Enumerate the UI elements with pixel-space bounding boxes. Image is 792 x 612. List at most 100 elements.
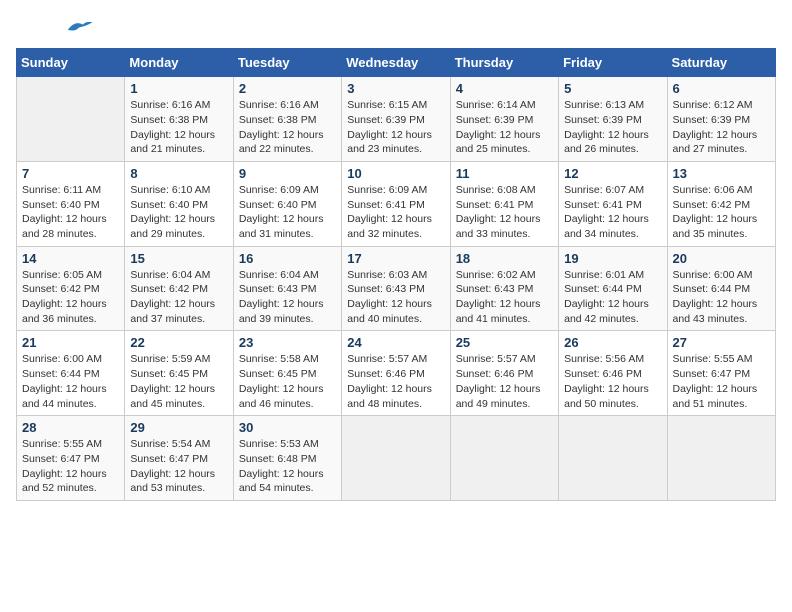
calendar-day-cell: 6 Sunrise: 6:12 AM Sunset: 6:39 PM Daylig… <box>667 77 775 162</box>
calendar-day-cell: 29Sunrise: 5:54 AM Sunset: 6:47 PM Dayli… <box>125 416 233 501</box>
day-number: 26 <box>564 335 661 350</box>
day-number: 6 <box>673 81 770 96</box>
calendar-week-row: 28 Sunrise: 5:55 AM Sunset: 6:47 PM Dayli… <box>17 416 776 501</box>
calendar-day-cell: 5Sunrise: 6:13 AM Sunset: 6:39 PM Daylig… <box>559 77 667 162</box>
calendar-day-cell: 10 Sunrise: 6:09 AM Sunset: 6:41 PM Dayli… <box>342 161 450 246</box>
calendar-day-cell: 16 Sunrise: 6:04 AM Sunset: 6:43 PM Dayli… <box>233 246 341 331</box>
calendar-day-cell: 18 Sunrise: 6:02 AM Sunset: 6:43 PM Dayli… <box>450 246 558 331</box>
page-header <box>16 16 776 40</box>
day-number: 27 <box>673 335 770 350</box>
day-info: Sunrise: 6:10 AM Sunset: 6:40 PM Dayligh… <box>130 183 227 242</box>
day-info: Sunrise: 6:05 AM Sunset: 6:42 PM Dayligh… <box>22 268 119 327</box>
day-info: Sunrise: 6:09 AM Sunset: 6:41 PM Dayligh… <box>347 183 444 242</box>
calendar-day-cell <box>17 77 125 162</box>
day-info: Sunrise: 5:54 AM Sunset: 6:47 PM Dayligh… <box>130 437 227 496</box>
day-number: 13 <box>673 166 770 181</box>
day-info: Sunrise: 6:14 AM Sunset: 6:39 PM Dayligh… <box>456 98 553 157</box>
calendar-day-cell: 26 Sunrise: 5:56 AM Sunset: 6:46 PM Dayli… <box>559 331 667 416</box>
day-number: 10 <box>347 166 444 181</box>
day-number: 2 <box>239 81 336 96</box>
day-info: Sunrise: 5:57 AM Sunset: 6:46 PM Dayligh… <box>347 352 444 411</box>
day-number: 21 <box>22 335 119 350</box>
day-of-week-header: Saturday <box>667 49 775 77</box>
calendar-day-cell: 4Sunrise: 6:14 AM Sunset: 6:39 PM Daylig… <box>450 77 558 162</box>
day-info: Sunrise: 5:58 AM Sunset: 6:45 PM Dayligh… <box>239 352 336 411</box>
day-info: Sunrise: 6:00 AM Sunset: 6:44 PM Dayligh… <box>673 268 770 327</box>
logo-bird-icon <box>64 17 94 35</box>
calendar-day-cell: 24 Sunrise: 5:57 AM Sunset: 6:46 PM Dayli… <box>342 331 450 416</box>
day-info: Sunrise: 6:12 AM Sunset: 6:39 PM Dayligh… <box>673 98 770 157</box>
day-of-week-header: Monday <box>125 49 233 77</box>
calendar-day-cell: 27 Sunrise: 5:55 AM Sunset: 6:47 PM Dayli… <box>667 331 775 416</box>
day-number: 3 <box>347 81 444 96</box>
calendar-day-cell: 3 Sunrise: 6:15 AM Sunset: 6:39 PM Daylig… <box>342 77 450 162</box>
day-number: 1 <box>130 81 227 96</box>
day-number: 23 <box>239 335 336 350</box>
day-number: 25 <box>456 335 553 350</box>
day-info: Sunrise: 5:55 AM Sunset: 6:47 PM Dayligh… <box>673 352 770 411</box>
calendar-day-cell <box>667 416 775 501</box>
day-info: Sunrise: 5:56 AM Sunset: 6:46 PM Dayligh… <box>564 352 661 411</box>
calendar-day-cell: 17 Sunrise: 6:03 AM Sunset: 6:43 PM Dayli… <box>342 246 450 331</box>
calendar-day-cell: 1 Sunrise: 6:16 AM Sunset: 6:38 PM Daylig… <box>125 77 233 162</box>
calendar-day-cell: 2 Sunrise: 6:16 AM Sunset: 6:38 PM Daylig… <box>233 77 341 162</box>
day-number: 28 <box>22 420 119 435</box>
logo <box>16 16 94 40</box>
day-number: 19 <box>564 251 661 266</box>
day-number: 8 <box>130 166 227 181</box>
day-number: 7 <box>22 166 119 181</box>
day-info: Sunrise: 6:01 AM Sunset: 6:44 PM Dayligh… <box>564 268 661 327</box>
calendar-day-cell: 30Sunrise: 5:53 AM Sunset: 6:48 PM Dayli… <box>233 416 341 501</box>
calendar-table: SundayMondayTuesdayWednesdayThursdayFrid… <box>16 48 776 501</box>
day-info: Sunrise: 6:16 AM Sunset: 6:38 PM Dayligh… <box>239 98 336 157</box>
day-info: Sunrise: 6:16 AM Sunset: 6:38 PM Dayligh… <box>130 98 227 157</box>
day-number: 20 <box>673 251 770 266</box>
day-of-week-header: Friday <box>559 49 667 77</box>
day-info: Sunrise: 6:11 AM Sunset: 6:40 PM Dayligh… <box>22 183 119 242</box>
day-number: 5 <box>564 81 661 96</box>
day-number: 15 <box>130 251 227 266</box>
day-info: Sunrise: 5:59 AM Sunset: 6:45 PM Dayligh… <box>130 352 227 411</box>
calendar-day-cell: 13 Sunrise: 6:06 AM Sunset: 6:42 PM Dayli… <box>667 161 775 246</box>
day-info: Sunrise: 6:06 AM Sunset: 6:42 PM Dayligh… <box>673 183 770 242</box>
day-info: Sunrise: 5:57 AM Sunset: 6:46 PM Dayligh… <box>456 352 553 411</box>
calendar-day-cell <box>559 416 667 501</box>
day-number: 12 <box>564 166 661 181</box>
calendar-week-row: 21 Sunrise: 6:00 AM Sunset: 6:44 PM Dayli… <box>17 331 776 416</box>
day-info: Sunrise: 6:07 AM Sunset: 6:41 PM Dayligh… <box>564 183 661 242</box>
calendar-day-cell: 15 Sunrise: 6:04 AM Sunset: 6:42 PM Dayli… <box>125 246 233 331</box>
day-number: 17 <box>347 251 444 266</box>
day-info: Sunrise: 6:04 AM Sunset: 6:42 PM Dayligh… <box>130 268 227 327</box>
calendar-day-cell: 14 Sunrise: 6:05 AM Sunset: 6:42 PM Dayli… <box>17 246 125 331</box>
day-info: Sunrise: 6:03 AM Sunset: 6:43 PM Dayligh… <box>347 268 444 327</box>
day-of-week-header: Sunday <box>17 49 125 77</box>
day-of-week-header: Thursday <box>450 49 558 77</box>
calendar-day-cell: 8 Sunrise: 6:10 AM Sunset: 6:40 PM Daylig… <box>125 161 233 246</box>
day-number: 16 <box>239 251 336 266</box>
day-number: 11 <box>456 166 553 181</box>
day-info: Sunrise: 6:09 AM Sunset: 6:40 PM Dayligh… <box>239 183 336 242</box>
day-info: Sunrise: 6:15 AM Sunset: 6:39 PM Dayligh… <box>347 98 444 157</box>
day-number: 14 <box>22 251 119 266</box>
day-of-week-header: Tuesday <box>233 49 341 77</box>
calendar-day-cell: 21 Sunrise: 6:00 AM Sunset: 6:44 PM Dayli… <box>17 331 125 416</box>
day-number: 30 <box>239 420 336 435</box>
calendar-day-cell: 25 Sunrise: 5:57 AM Sunset: 6:46 PM Dayli… <box>450 331 558 416</box>
day-info: Sunrise: 6:00 AM Sunset: 6:44 PM Dayligh… <box>22 352 119 411</box>
day-info: Sunrise: 5:55 AM Sunset: 6:47 PM Dayligh… <box>22 437 119 496</box>
calendar-day-cell: 12 Sunrise: 6:07 AM Sunset: 6:41 PM Dayli… <box>559 161 667 246</box>
day-info: Sunrise: 6:08 AM Sunset: 6:41 PM Dayligh… <box>456 183 553 242</box>
day-number: 24 <box>347 335 444 350</box>
calendar-header-row: SundayMondayTuesdayWednesdayThursdayFrid… <box>17 49 776 77</box>
calendar-day-cell: 28 Sunrise: 5:55 AM Sunset: 6:47 PM Dayli… <box>17 416 125 501</box>
calendar-day-cell <box>450 416 558 501</box>
day-number: 18 <box>456 251 553 266</box>
calendar-week-row: 7 Sunrise: 6:11 AM Sunset: 6:40 PM Daylig… <box>17 161 776 246</box>
calendar-day-cell: 9 Sunrise: 6:09 AM Sunset: 6:40 PM Daylig… <box>233 161 341 246</box>
day-info: Sunrise: 6:02 AM Sunset: 6:43 PM Dayligh… <box>456 268 553 327</box>
day-number: 9 <box>239 166 336 181</box>
day-info: Sunrise: 6:04 AM Sunset: 6:43 PM Dayligh… <box>239 268 336 327</box>
calendar-day-cell: 19 Sunrise: 6:01 AM Sunset: 6:44 PM Dayli… <box>559 246 667 331</box>
calendar-week-row: 14 Sunrise: 6:05 AM Sunset: 6:42 PM Dayli… <box>17 246 776 331</box>
calendar-day-cell: 22Sunrise: 5:59 AM Sunset: 6:45 PM Dayli… <box>125 331 233 416</box>
